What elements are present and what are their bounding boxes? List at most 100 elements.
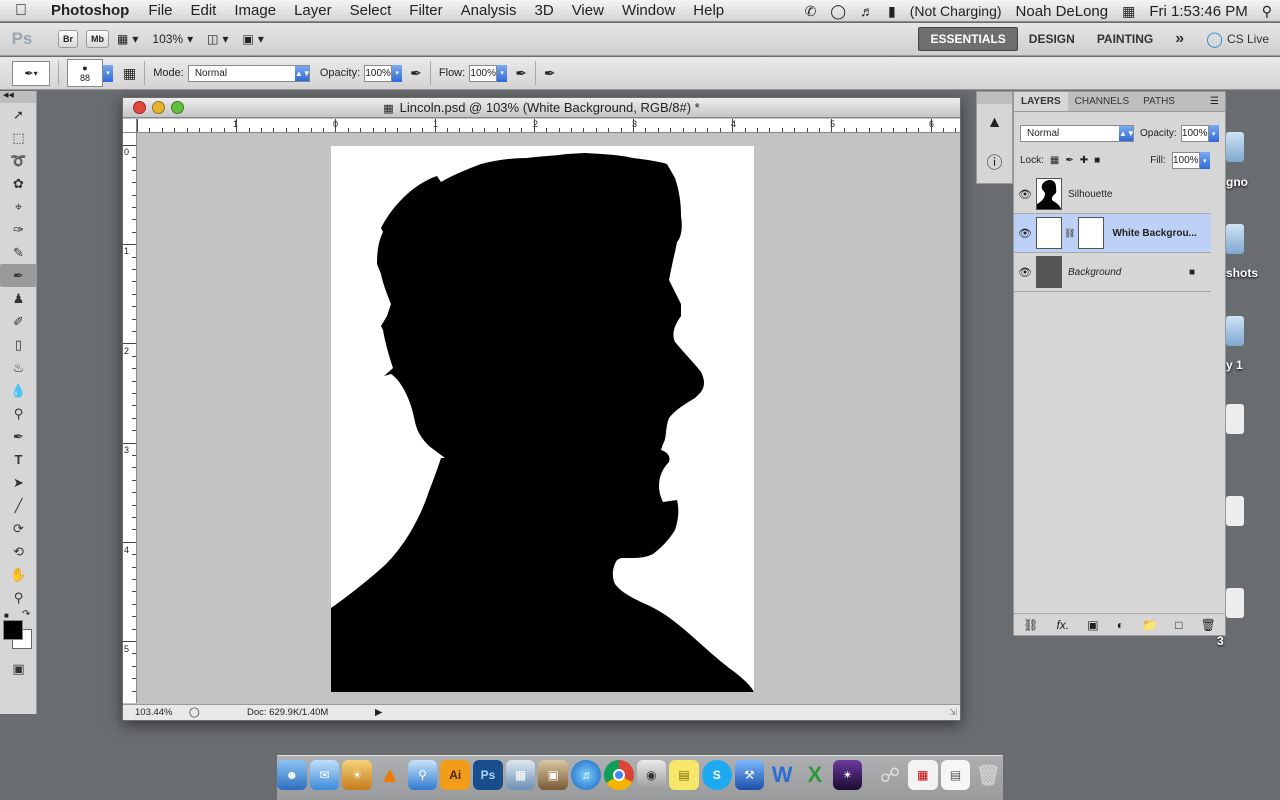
- paint-bucket-tool-icon[interactable]: ♨: [0, 356, 37, 379]
- trash-icon[interactable]: 🗑: [973, 760, 1003, 790]
- layer-row-silhouette[interactable]: 👁 Silhouette: [1014, 175, 1211, 214]
- foreground-color-swatch[interactable]: [3, 620, 23, 640]
- tools-panel-header[interactable]: ◀◀: [0, 91, 36, 103]
- adjustment-layer-icon[interactable]: ◐: [1117, 618, 1124, 632]
- photoshop-icon[interactable]: Ps: [473, 760, 503, 790]
- apple-menu-icon[interactable]: : [0, 2, 42, 20]
- link-layers-icon[interactable]: ⛓: [1023, 618, 1038, 632]
- eraser-tool-icon[interactable]: ▯: [0, 333, 37, 356]
- hand-tool-icon[interactable]: ✋: [0, 563, 37, 586]
- calendar-icon[interactable]: ▦: [1122, 3, 1135, 20]
- brush-dropdown-arrow[interactable]: ▾: [103, 64, 113, 82]
- path-selection-tool-icon[interactable]: ➤: [0, 471, 37, 494]
- vertical-ruler[interactable]: 0 1 2 3 4 5: [123, 133, 137, 703]
- visibility-eye-icon[interactable]: 👁: [1014, 227, 1036, 240]
- visibility-eye-icon[interactable]: 👁: [1014, 266, 1036, 279]
- crop-tool-icon[interactable]: ⌖: [0, 195, 37, 218]
- pressure-opacity-icon[interactable]: ✒: [410, 65, 422, 82]
- desktop-folder-icon[interactable]: [1226, 224, 1244, 254]
- workspace-painting[interactable]: PAINTING: [1086, 27, 1164, 51]
- marquee-tool-icon[interactable]: ⬚: [0, 126, 37, 149]
- skype-icon[interactable]: S: [701, 760, 732, 790]
- menu-filter[interactable]: Filter: [400, 2, 451, 19]
- zoom-dropdown[interactable]: 103% ▾: [152, 32, 193, 46]
- delete-layer-icon[interactable]: 🗑: [1201, 618, 1216, 632]
- user-name[interactable]: Noah DeLong: [1016, 3, 1109, 20]
- iphoto-icon[interactable]: ☀: [342, 760, 372, 790]
- desktop-file-icon[interactable]: [1226, 496, 1244, 526]
- 3d-orbit-tool-icon[interactable]: ⟲: [0, 540, 37, 563]
- add-mask-icon[interactable]: ▣: [1087, 618, 1098, 632]
- screen-mode-dropdown[interactable]: ▣ ▾: [243, 32, 264, 46]
- fill-input[interactable]: 100%: [1171, 152, 1200, 169]
- layer-opacity-arrow[interactable]: ▾: [1208, 125, 1219, 142]
- minibridge-button[interactable]: Mb: [86, 30, 110, 48]
- canvas-area[interactable]: [138, 134, 960, 704]
- menu-image[interactable]: Image: [225, 2, 285, 19]
- menu-select[interactable]: Select: [341, 2, 401, 19]
- photos-icon[interactable]: ▣: [538, 760, 569, 790]
- preview-icon[interactable]: ▦: [505, 760, 536, 790]
- desktop-file-icon[interactable]: [1226, 588, 1244, 618]
- menu-window[interactable]: Window: [613, 2, 684, 19]
- history-brush-tool-icon[interactable]: ✐: [0, 310, 37, 333]
- layer-mask-thumbnail[interactable]: [1078, 217, 1105, 249]
- desktop-folder-icon[interactable]: [1226, 132, 1244, 162]
- lock-all-icon[interactable]: ■: [1094, 155, 1100, 166]
- panel-strip-header[interactable]: [977, 92, 1012, 104]
- add-style-button[interactable]: fx.: [1056, 618, 1069, 632]
- eyedropper-tool-icon[interactable]: ✑: [0, 218, 37, 241]
- workspace-essentials[interactable]: ESSENTIALS: [918, 27, 1018, 51]
- disk-utility-icon[interactable]: ☍: [875, 760, 905, 790]
- brush-panel-toggle-icon[interactable]: ▦: [123, 65, 136, 82]
- menu-app-photoshop[interactable]: Photoshop: [42, 2, 139, 19]
- itunes-icon[interactable]: ♫: [571, 760, 601, 790]
- tab-layers[interactable]: LAYERS: [1014, 92, 1068, 111]
- brush-preset-picker[interactable]: ● 88: [67, 59, 103, 87]
- horizontal-ruler[interactable]: 1 0 1 2 3 4 5 6: [137, 119, 960, 133]
- ruler-corner[interactable]: [123, 119, 137, 133]
- phone-icon[interactable]: ✆: [805, 3, 817, 20]
- pen-tool-icon[interactable]: ✒: [0, 425, 37, 448]
- desktop-label[interactable]: y 1: [1226, 358, 1243, 372]
- lasso-tool-icon[interactable]: ➰: [0, 149, 37, 172]
- status-menu-icon[interactable]: ◯: [189, 705, 200, 721]
- zoom-status-field[interactable]: 103.44%: [135, 705, 173, 721]
- link-chain-icon[interactable]: ⛓: [1064, 228, 1075, 239]
- bridge-button[interactable]: Br: [58, 30, 79, 48]
- chrome-icon[interactable]: [603, 760, 634, 790]
- zoom-window-icon[interactable]: [171, 101, 184, 114]
- swap-colors-icon[interactable]: ↷: [22, 609, 30, 620]
- menu-edit[interactable]: Edit: [182, 2, 226, 19]
- chat-icon[interactable]: ◯: [830, 3, 846, 20]
- document-canvas[interactable]: [331, 146, 754, 692]
- status-arrow-icon[interactable]: ▶: [375, 705, 382, 721]
- flow-slider-arrow[interactable]: ▾: [497, 64, 508, 82]
- lock-transparency-icon[interactable]: ▦: [1050, 155, 1059, 166]
- battery-status[interactable]: (Not Charging): [910, 3, 1002, 19]
- pressure-size-icon[interactable]: ✒: [544, 65, 556, 82]
- desktop-file-icon[interactable]: [1226, 404, 1244, 434]
- desktop-label[interactable]: 3: [1217, 634, 1224, 648]
- histogram-icon[interactable]: ▲: [977, 104, 1012, 142]
- healing-brush-tool-icon[interactable]: ✎: [0, 241, 37, 264]
- menu-3d[interactable]: 3D: [526, 2, 563, 19]
- excel-icon[interactable]: X: [800, 760, 830, 790]
- 3d-rotate-tool-icon[interactable]: ⟳: [0, 517, 37, 540]
- calendar-icon[interactable]: ▦: [908, 760, 938, 790]
- cs-live-button[interactable]: ◯ CS Live: [1195, 27, 1280, 51]
- finder-icon[interactable]: ☻: [276, 760, 307, 790]
- line-tool-icon[interactable]: ╱: [0, 494, 37, 517]
- xcode-icon[interactable]: ⚒: [734, 760, 765, 790]
- zoom-tool-icon[interactable]: ⚲: [0, 586, 37, 609]
- battery-icon[interactable]: ▮: [888, 3, 896, 20]
- photo-booth-icon[interactable]: ◉: [636, 760, 667, 790]
- blur-tool-icon[interactable]: 💧: [0, 379, 37, 402]
- clone-stamp-tool-icon[interactable]: ♟: [0, 287, 37, 310]
- menu-layer[interactable]: Layer: [285, 2, 341, 19]
- tool-preset-picker[interactable]: ✒ ▾: [12, 60, 50, 86]
- workspace-design[interactable]: DESIGN: [1018, 27, 1086, 51]
- layer-opacity-input[interactable]: 100%: [1180, 125, 1209, 142]
- menu-file[interactable]: File: [139, 2, 181, 19]
- tab-channels[interactable]: CHANNELS: [1068, 92, 1136, 111]
